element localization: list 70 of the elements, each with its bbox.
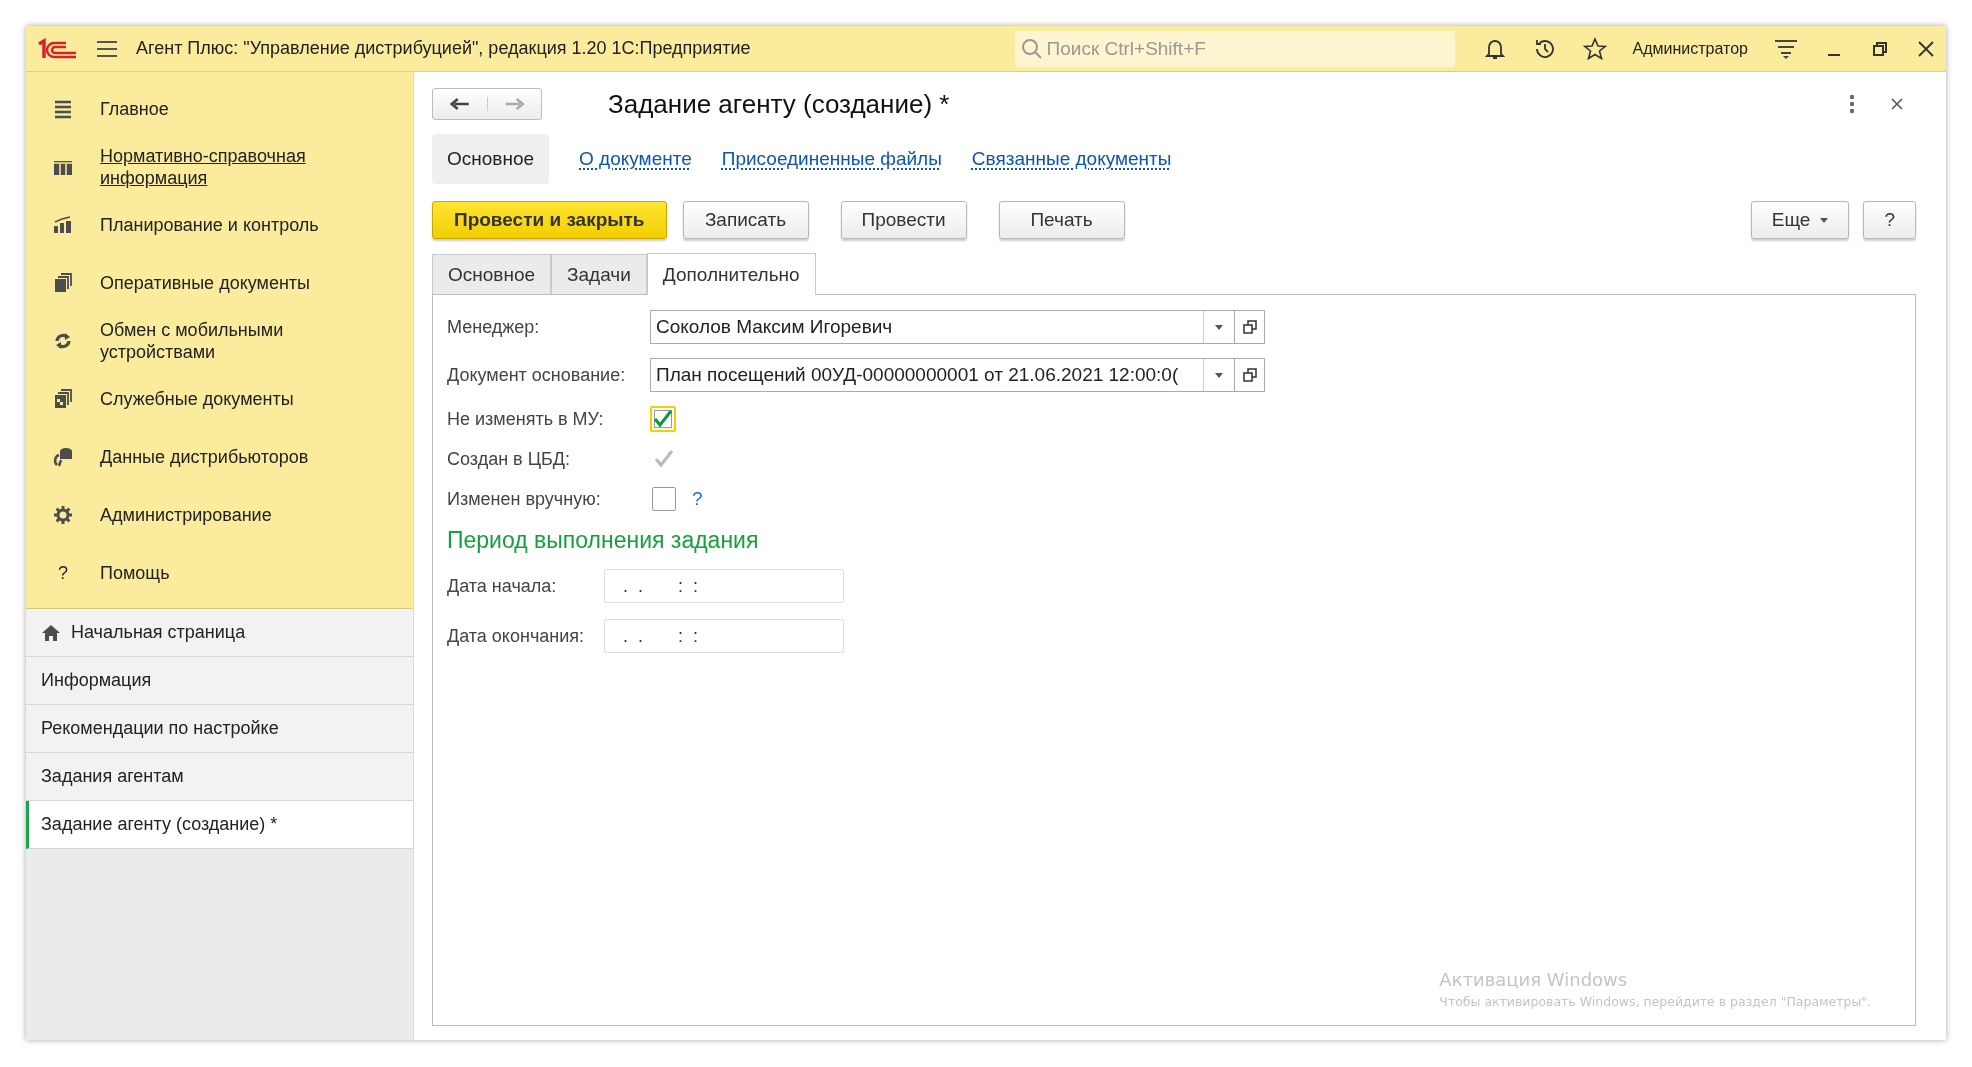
section-tab[interactable]: Основное: [432, 134, 550, 184]
button[interactable]: Провести и закрыть: [432, 201, 667, 239]
field-label: Документ основание:: [447, 364, 627, 386]
section-link[interactable]: Присоединенные файлы: [721, 148, 942, 170]
logo-icon[interactable]: [36, 37, 78, 60]
documents-icon: [53, 273, 73, 293]
settings-icon: [53, 505, 73, 525]
sidebar-item[interactable]: Оперативные документы: [100, 272, 350, 294]
open-window-item[interactable]: Задания агентам: [26, 753, 413, 801]
help-link[interactable]: ?: [692, 488, 703, 510]
date-field[interactable]: . . : :: [604, 569, 844, 603]
button[interactable]: Записать: [682, 201, 809, 239]
tab[interactable]: Основное: [432, 254, 552, 294]
menu-icon: [53, 99, 73, 119]
activation-title: Активация Windows: [1439, 969, 1629, 990]
close-icon[interactable]: [1916, 38, 1936, 59]
field-label: Создан в ЦБД:: [447, 448, 571, 470]
home-icon: [41, 623, 61, 642]
field-label: Менеджер:: [447, 316, 541, 338]
open-icon[interactable]: [1242, 320, 1257, 334]
section-heading: Период выполнения задания: [447, 526, 759, 554]
sidebar-item[interactable]: Нормативно-справочная информация: [100, 145, 350, 189]
button[interactable]: Провести: [840, 201, 967, 239]
sidebar-item[interactable]: Планирование и контроль: [100, 214, 350, 236]
menu-icon[interactable]: [96, 39, 118, 58]
more-button[interactable]: Еще: [1750, 201, 1850, 239]
caret-icon[interactable]: [1215, 372, 1223, 378]
help-icon: ?: [58, 562, 68, 584]
open-icon[interactable]: [1242, 368, 1257, 382]
field-label: Изменен вручную:: [447, 488, 602, 510]
button[interactable]: ?: [1863, 201, 1916, 239]
sidebar-item[interactable]: Служебные документы: [100, 388, 350, 410]
field-label: Не изменять в МУ:: [447, 408, 605, 430]
sync-icon: [53, 331, 73, 351]
sidebar-item[interactable]: Главное: [100, 98, 350, 120]
date-field[interactable]: . . : :: [604, 619, 844, 653]
button[interactable]: Печать: [998, 201, 1125, 239]
filter-menu-icon[interactable]: [1774, 37, 1798, 60]
more-icon[interactable]: [1848, 94, 1856, 114]
form-title: Задание агенту (создание) *: [608, 88, 950, 120]
star-icon[interactable]: [1582, 36, 1607, 61]
close-icon[interactable]: [1890, 97, 1904, 111]
field-label: Дата окончания:: [447, 625, 586, 647]
section-link[interactable]: О документе: [579, 148, 692, 170]
dropdown-field[interactable]: План посещений 00УД-00000000001 от 21.06.2021 12:00:0(: [650, 358, 1235, 392]
open-window-item[interactable]: Рекомендации по настройке: [26, 705, 413, 753]
field-label: Дата начала:: [447, 575, 558, 597]
activation-text: Чтобы активировать Windows, перейдите в раздел "Параметры".: [1439, 994, 1871, 1009]
caret-icon: [1820, 217, 1829, 223]
documents-icon: [53, 389, 73, 409]
window-title: Агент Плюс: "Управление дистрибуцией", редакция 1.20 1С:Предприятие: [136, 38, 751, 59]
sidebar-item[interactable]: Данные дистрибьюторов: [100, 446, 350, 468]
search-field[interactable]: Поиск Ctrl+Shift+F: [1014, 30, 1455, 67]
bar-chart-icon: [53, 215, 73, 235]
section-link[interactable]: Связанные документы: [971, 148, 1172, 170]
tab[interactable]: Задачи: [551, 254, 647, 294]
sidebar-item[interactable]: Обмен с мобильными устройствами: [100, 319, 350, 363]
user-name[interactable]: Администратор: [1632, 39, 1748, 58]
sidebar-item[interactable]: Помощь: [100, 562, 350, 584]
open-window-item[interactable]: Начальная страница: [26, 609, 413, 657]
open-window-item[interactable]: Задание агенту (создание) *: [26, 801, 413, 849]
search-icon: [1020, 37, 1043, 60]
database-icon: [53, 447, 73, 467]
tab[interactable]: Дополнительно: [646, 253, 816, 295]
dropdown-field[interactable]: Соколов Максим Игоревич: [650, 310, 1235, 344]
open-window-item[interactable]: Информация: [26, 657, 413, 705]
caret-icon[interactable]: [1215, 324, 1223, 330]
checkbox[interactable]: [652, 487, 676, 511]
checkbox[interactable]: [650, 406, 676, 432]
sidebar-item[interactable]: Администрирование: [100, 504, 350, 526]
